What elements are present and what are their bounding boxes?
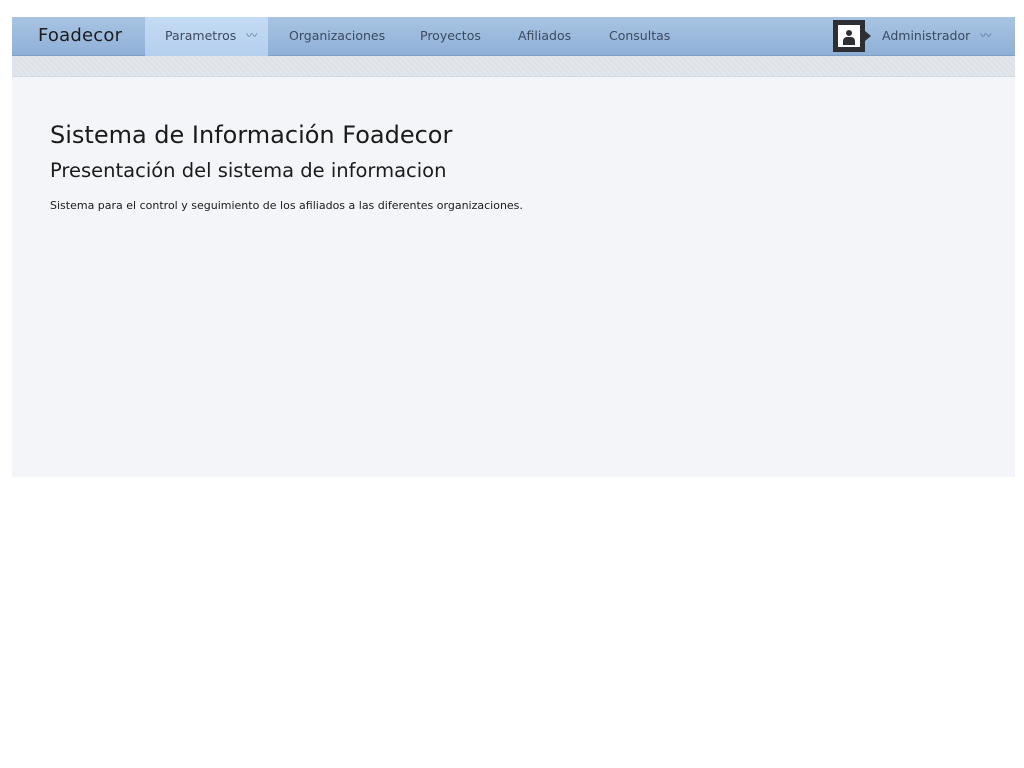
nav-item-proyectos[interactable]: Proyectos <box>420 17 481 56</box>
nav-item-afiliados[interactable]: Afiliados <box>518 17 571 56</box>
user-name: Administrador <box>882 28 971 43</box>
user-avatar[interactable] <box>833 20 871 52</box>
app-container: Foadecor Parametros 〰 Organizaciones Proy… <box>12 17 1015 477</box>
brand-logo[interactable]: Foadecor <box>38 25 122 46</box>
main-content: Sistema de Información Foadecor Presenta… <box>50 121 523 212</box>
avatar-pointer <box>865 31 871 41</box>
page-title: Sistema de Información Foadecor <box>50 121 453 149</box>
page-subtitle: Presentación del sistema de informacion <box>50 159 447 182</box>
nav-item-label: Afiliados <box>518 28 572 43</box>
nav-item-organizaciones[interactable]: Organizaciones <box>289 17 385 56</box>
chevron-down-icon: 〰 <box>980 29 992 42</box>
nav-item-parametros[interactable]: Parametros 〰 <box>145 17 268 56</box>
top-navbar: Foadecor Parametros 〰 Organizaciones Proy… <box>12 17 1015 56</box>
user-silhouette-icon <box>838 25 860 47</box>
nav-item-consultas[interactable]: Consultas <box>609 17 670 56</box>
chevron-down-icon: 〰 <box>246 29 258 42</box>
nav-item-label: Organizaciones <box>289 28 386 43</box>
nav-item-label: Proyectos <box>420 28 481 43</box>
nav-item-label: Consultas <box>609 28 671 43</box>
user-menu[interactable]: Administrador 〰 <box>882 17 991 56</box>
nav-item-label: Parametros <box>165 28 237 43</box>
subheader-strip <box>12 56 1015 77</box>
page-description: Sistema para el control y seguimiento de… <box>50 199 523 212</box>
